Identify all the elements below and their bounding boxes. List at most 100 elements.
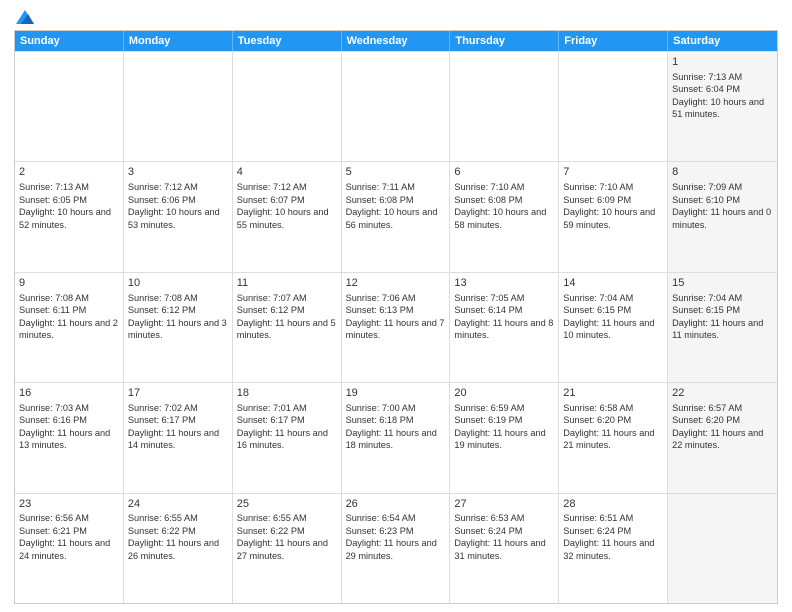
day-info: Sunrise: 7:04 AMSunset: 6:15 PMDaylight:… <box>672 293 763 340</box>
calendar-cell: 10 Sunrise: 7:08 AMSunset: 6:12 PMDayligh… <box>124 273 233 382</box>
day-number: 13 <box>454 276 554 291</box>
day-info: Sunrise: 7:11 AMSunset: 6:08 PMDaylight:… <box>346 182 438 229</box>
day-info: Sunrise: 7:05 AMSunset: 6:14 PMDaylight:… <box>454 293 553 340</box>
day-info: Sunrise: 7:13 AMSunset: 6:04 PMDaylight:… <box>672 72 764 119</box>
calendar-cell: 15 Sunrise: 7:04 AMSunset: 6:15 PMDayligh… <box>668 273 777 382</box>
day-number: 1 <box>672 55 773 70</box>
calendar-cell: 24Sunrise: 6:55 AMSunset: 6:22 PMDayligh… <box>124 494 233 603</box>
calendar-cell: 18Sunrise: 7:01 AMSunset: 6:17 PMDayligh… <box>233 383 342 492</box>
calendar-cell: 1 Sunrise: 7:13 AMSunset: 6:04 PMDaylight… <box>668 52 777 161</box>
calendar-cell: 11 Sunrise: 7:07 AMSunset: 6:12 PMDayligh… <box>233 273 342 382</box>
calendar-cell <box>450 52 559 161</box>
calendar-cell: 25Sunrise: 6:55 AMSunset: 6:22 PMDayligh… <box>233 494 342 603</box>
calendar-cell: 22 Sunrise: 6:57 AMSunset: 6:20 PMDayligh… <box>668 383 777 492</box>
page: SundayMondayTuesdayWednesdayThursdayFrid… <box>0 0 792 612</box>
day-number: 20 <box>454 386 554 401</box>
weekday-header: Saturday <box>668 31 777 51</box>
day-info: Sunrise: 7:07 AMSunset: 6:12 PMDaylight:… <box>237 293 336 340</box>
day-number: 7 <box>563 165 663 180</box>
calendar-cell: 9 Sunrise: 7:08 AMSunset: 6:11 PMDaylight… <box>15 273 124 382</box>
calendar-cell: 23Sunrise: 6:56 AMSunset: 6:21 PMDayligh… <box>15 494 124 603</box>
calendar-cell: 17Sunrise: 7:02 AMSunset: 6:17 PMDayligh… <box>124 383 233 492</box>
day-number: 26 <box>346 497 446 512</box>
calendar-cell: 20Sunrise: 6:59 AMSunset: 6:19 PMDayligh… <box>450 383 559 492</box>
day-info: Sunrise: 7:10 AMSunset: 6:08 PMDaylight:… <box>454 182 546 229</box>
day-number: 3 <box>128 165 228 180</box>
day-number: 16 <box>19 386 119 401</box>
day-info: Sunrise: 6:53 AMSunset: 6:24 PMDaylight:… <box>454 513 545 560</box>
calendar-cell: 6 Sunrise: 7:10 AMSunset: 6:08 PMDaylight… <box>450 162 559 271</box>
day-info: Sunrise: 6:55 AMSunset: 6:22 PMDaylight:… <box>237 513 328 560</box>
day-number: 15 <box>672 276 773 291</box>
day-info: Sunrise: 6:51 AMSunset: 6:24 PMDaylight:… <box>563 513 654 560</box>
day-number: 19 <box>346 386 446 401</box>
calendar: SundayMondayTuesdayWednesdayThursdayFrid… <box>14 30 778 604</box>
day-info: Sunrise: 7:00 AMSunset: 6:18 PMDaylight:… <box>346 403 437 450</box>
day-number: 22 <box>672 386 773 401</box>
day-info: Sunrise: 7:08 AMSunset: 6:12 PMDaylight:… <box>128 293 227 340</box>
day-number: 9 <box>19 276 119 291</box>
calendar-cell: 21 Sunrise: 6:58 AMSunset: 6:20 PMDayligh… <box>559 383 668 492</box>
weekday-header: Thursday <box>450 31 559 51</box>
calendar-cell: 26Sunrise: 6:54 AMSunset: 6:23 PMDayligh… <box>342 494 451 603</box>
day-info: Sunrise: 7:02 AMSunset: 6:17 PMDaylight:… <box>128 403 219 450</box>
day-info: Sunrise: 7:12 AMSunset: 6:06 PMDaylight:… <box>128 182 220 229</box>
day-number: 11 <box>237 276 337 291</box>
day-number: 4 <box>237 165 337 180</box>
day-info: Sunrise: 7:04 AMSunset: 6:15 PMDaylight:… <box>563 293 654 340</box>
weekday-header: Monday <box>124 31 233 51</box>
day-info: Sunrise: 7:03 AMSunset: 6:16 PMDaylight:… <box>19 403 110 450</box>
calendar-cell: 12 Sunrise: 7:06 AMSunset: 6:13 PMDayligh… <box>342 273 451 382</box>
calendar-cell: 27Sunrise: 6:53 AMSunset: 6:24 PMDayligh… <box>450 494 559 603</box>
weekday-header: Sunday <box>15 31 124 51</box>
day-info: Sunrise: 7:06 AMSunset: 6:13 PMDaylight:… <box>346 293 445 340</box>
calendar-cell: 3 Sunrise: 7:12 AMSunset: 6:06 PMDaylight… <box>124 162 233 271</box>
calendar-cell <box>15 52 124 161</box>
calendar-row: 9 Sunrise: 7:08 AMSunset: 6:11 PMDaylight… <box>15 272 777 382</box>
calendar-cell: 13 Sunrise: 7:05 AMSunset: 6:14 PMDayligh… <box>450 273 559 382</box>
day-number: 12 <box>346 276 446 291</box>
day-number: 10 <box>128 276 228 291</box>
calendar-cell: 14 Sunrise: 7:04 AMSunset: 6:15 PMDayligh… <box>559 273 668 382</box>
calendar-row: 23Sunrise: 6:56 AMSunset: 6:21 PMDayligh… <box>15 493 777 603</box>
day-info: Sunrise: 6:54 AMSunset: 6:23 PMDaylight:… <box>346 513 437 560</box>
calendar-cell: 19 Sunrise: 7:00 AMSunset: 6:18 PMDayligh… <box>342 383 451 492</box>
day-number: 28 <box>563 497 663 512</box>
calendar-cell: 2Sunrise: 7:13 AMSunset: 6:05 PMDaylight… <box>15 162 124 271</box>
calendar-cell <box>559 52 668 161</box>
calendar-header: SundayMondayTuesdayWednesdayThursdayFrid… <box>15 31 777 51</box>
day-info: Sunrise: 6:55 AMSunset: 6:22 PMDaylight:… <box>128 513 219 560</box>
calendar-cell <box>124 52 233 161</box>
calendar-row: 16 Sunrise: 7:03 AMSunset: 6:16 PMDayligh… <box>15 382 777 492</box>
day-number: 24 <box>128 497 228 512</box>
weekday-header: Friday <box>559 31 668 51</box>
day-number: 18 <box>237 386 337 401</box>
day-info: Sunrise: 6:57 AMSunset: 6:20 PMDaylight:… <box>672 403 763 450</box>
logo <box>14 10 34 24</box>
day-number: 6 <box>454 165 554 180</box>
day-info: Sunrise: 7:10 AMSunset: 6:09 PMDaylight:… <box>563 182 655 229</box>
calendar-cell <box>233 52 342 161</box>
weekday-header: Tuesday <box>233 31 342 51</box>
day-info: Sunrise: 6:56 AMSunset: 6:21 PMDaylight:… <box>19 513 110 560</box>
day-number: 21 <box>563 386 663 401</box>
day-number: 23 <box>19 497 119 512</box>
logo-icon <box>16 10 34 24</box>
day-number: 8 <box>672 165 773 180</box>
day-info: Sunrise: 7:09 AMSunset: 6:10 PMDaylight:… <box>672 182 771 229</box>
day-number: 5 <box>346 165 446 180</box>
day-info: Sunrise: 7:08 AMSunset: 6:11 PMDaylight:… <box>19 293 118 340</box>
day-info: Sunrise: 6:58 AMSunset: 6:20 PMDaylight:… <box>563 403 654 450</box>
header <box>14 10 778 24</box>
day-number: 25 <box>237 497 337 512</box>
calendar-cell: 8 Sunrise: 7:09 AMSunset: 6:10 PMDaylight… <box>668 162 777 271</box>
day-number: 2 <box>19 165 119 180</box>
calendar-cell: 4 Sunrise: 7:12 AMSunset: 6:07 PMDaylight… <box>233 162 342 271</box>
calendar-cell <box>342 52 451 161</box>
calendar-body: 1 Sunrise: 7:13 AMSunset: 6:04 PMDaylight… <box>15 51 777 603</box>
day-info: Sunrise: 7:12 AMSunset: 6:07 PMDaylight:… <box>237 182 329 229</box>
calendar-row: 1 Sunrise: 7:13 AMSunset: 6:04 PMDaylight… <box>15 51 777 161</box>
calendar-cell: 7 Sunrise: 7:10 AMSunset: 6:09 PMDaylight… <box>559 162 668 271</box>
day-number: 14 <box>563 276 663 291</box>
calendar-cell <box>668 494 777 603</box>
